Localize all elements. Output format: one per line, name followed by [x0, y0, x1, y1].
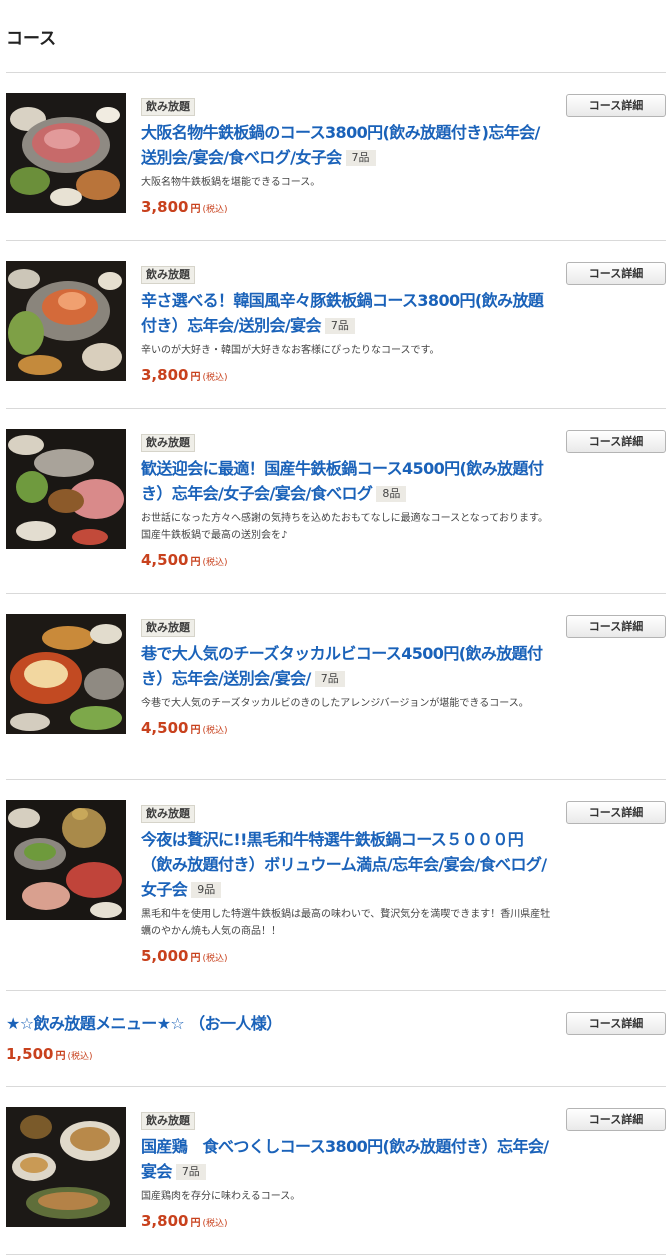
- course-item: 飲み放題 歓送迎会に最適！国産牛鉄板鍋コース4500円(飲み放題付き）忘年会/女…: [6, 409, 666, 594]
- price-value: 3,800: [141, 198, 189, 216]
- price-currency: 円: [190, 204, 201, 215]
- price-value: 3,800: [141, 366, 189, 384]
- course-title-link[interactable]: 巷で大人気のチーズタッカルビコース4500円(飲み放題付き）忘年会/送別会/宴会…: [141, 641, 551, 691]
- course-detail-button[interactable]: コース詳細: [566, 801, 666, 824]
- course-detail-button[interactable]: コース詳細: [566, 94, 666, 117]
- all-you-can-drink-badge: 飲み放題: [141, 98, 195, 116]
- price-value: 5,000: [141, 947, 189, 965]
- course-price: 4,500 円 (税込): [141, 718, 551, 741]
- food-photo-icon: [6, 800, 126, 920]
- course-title-link[interactable]: 歓送迎会に最適！国産牛鉄板鍋コース4500円(飲み放題付き）忘年会/女子会/宴会…: [141, 456, 551, 506]
- tax-note: (税込): [202, 205, 228, 215]
- course-detail-button[interactable]: コース詳細: [566, 1108, 666, 1131]
- course-detail-button[interactable]: コース詳細: [566, 615, 666, 638]
- price-currency: 円: [55, 1051, 66, 1062]
- price-currency: 円: [190, 953, 201, 964]
- tax-note: (税込): [202, 726, 228, 736]
- item-count: 7品: [175, 1164, 206, 1180]
- course-price: 3,800 円 (税込): [141, 1211, 551, 1234]
- course-photo[interactable]: [6, 261, 126, 381]
- course-description: 辛いのが大好き・韓国が大好きなお客様にぴったりなコースです。: [141, 345, 440, 356]
- course-content: 飲み放題 国産鶏 食べつくしコース3800円(飲み放題付き）忘年会/宴会 7品 国…: [141, 1109, 551, 1234]
- all-you-can-drink-badge: 飲み放題: [141, 434, 195, 452]
- course-item: 飲み放題 今夜は贅沢に!!黒毛和牛特選牛鉄板鍋コース５０００円（飲み放題付き）ボ…: [6, 780, 666, 991]
- course-photo[interactable]: [6, 614, 126, 734]
- course-title-link[interactable]: 大阪名物牛鉄板鍋のコース3800円(飲み放題付き)忘年会/送別会/宴会/食べログ…: [141, 120, 551, 170]
- course-description: 黒毛和牛を使用した特選牛鉄板鍋は最高の味わいで、贅沢気分を満喫できます！香川県産…: [141, 909, 551, 937]
- price-value: 3,800: [141, 1212, 189, 1230]
- course-item: ★☆飲み放題メニュー★☆ （お一人様） 1,500 円 (税込) コース詳細: [6, 991, 666, 1087]
- course-content: ★☆飲み放題メニュー★☆ （お一人様） 1,500 円 (税込): [6, 1011, 546, 1067]
- course-title-link[interactable]: 今夜は贅沢に!!黒毛和牛特選牛鉄板鍋コース５０００円（飲み放題付き）ボリュウーム…: [141, 827, 551, 902]
- course-photo[interactable]: [6, 1107, 126, 1227]
- price-currency: 円: [190, 1218, 201, 1229]
- course-content: 飲み放題 今夜は贅沢に!!黒毛和牛特選牛鉄板鍋コース５０００円（飲み放題付き）ボ…: [141, 802, 551, 969]
- tax-note: (税込): [202, 558, 228, 568]
- course-price: 1,500 円 (税込): [6, 1044, 546, 1067]
- course-item: 飲み放題 国産鶏 食べつくしコース3800円(飲み放題付き）忘年会/宴会 7品 国…: [6, 1087, 666, 1255]
- course-detail-button[interactable]: コース詳細: [566, 430, 666, 453]
- course-price: 5,000 円 (税込): [141, 946, 551, 969]
- price-value: 1,500: [6, 1045, 54, 1063]
- course-price: 3,800 円 (税込): [141, 365, 551, 388]
- course-title-link[interactable]: 辛さ選べる！韓国風辛々豚鉄板鍋コース3800円(飲み放題付き）忘年会/送別会/宴…: [141, 288, 551, 338]
- course-description: 今巷で大人気のチーズタッカルビのきのしたアレンジバージョンが堪能できるコース。: [141, 698, 529, 709]
- tax-note: (税込): [202, 373, 228, 383]
- food-photo-icon: [6, 93, 126, 213]
- price-currency: 円: [190, 372, 201, 383]
- course-price: 3,800 円 (税込): [141, 197, 551, 220]
- course-item: 飲み放題 辛さ選べる！韓国風辛々豚鉄板鍋コース3800円(飲み放題付き）忘年会/…: [6, 241, 666, 409]
- course-list-page: コース 飲み放題 大阪名物牛鉄板鍋のコース3800円(飲み放題付き)忘年会/送別…: [0, 0, 672, 1258]
- food-photo-icon: [6, 614, 126, 734]
- all-you-can-drink-badge: 飲み放題: [141, 266, 195, 284]
- course-title-link[interactable]: ★☆飲み放題メニュー★☆ （お一人様）: [6, 1011, 546, 1036]
- price-value: 4,500: [141, 719, 189, 737]
- all-you-can-drink-badge: 飲み放題: [141, 619, 195, 637]
- all-you-can-drink-badge: 飲み放題: [141, 1112, 195, 1130]
- food-photo-icon: [6, 429, 126, 549]
- course-description: 大阪名物牛鉄板鍋を堪能できるコース。: [141, 177, 321, 188]
- tax-note: (税込): [202, 954, 228, 964]
- course-photo[interactable]: [6, 93, 126, 213]
- course-price: 4,500 円 (税込): [141, 550, 551, 573]
- price-currency: 円: [190, 725, 201, 736]
- course-content: 飲み放題 巷で大人気のチーズタッカルビコース4500円(飲み放題付き）忘年会/送…: [141, 616, 551, 741]
- course-title[interactable]: ★☆飲み放題メニュー★☆ （お一人様）: [6, 1014, 282, 1033]
- course-content: 飲み放題 大阪名物牛鉄板鍋のコース3800円(飲み放題付き)忘年会/送別会/宴会…: [141, 95, 551, 220]
- item-count: 9品: [191, 882, 222, 898]
- tax-note: (税込): [202, 1219, 228, 1229]
- food-photo-icon: [6, 261, 126, 381]
- all-you-can-drink-badge: 飲み放題: [141, 805, 195, 823]
- course-detail-button[interactable]: コース詳細: [566, 262, 666, 285]
- course-description: 国産鶏肉を存分に味わえるコース。: [141, 1191, 301, 1202]
- price-currency: 円: [190, 557, 201, 568]
- course-content: 飲み放題 歓送迎会に最適！国産牛鉄板鍋コース4500円(飲み放題付き）忘年会/女…: [141, 431, 551, 573]
- course-title[interactable]: 歓送迎会に最適！国産牛鉄板鍋コース4500円(飲み放題付き）忘年会/女子会/宴会…: [141, 459, 544, 503]
- item-count: 8品: [376, 486, 407, 502]
- section-heading: コース: [6, 29, 57, 49]
- food-photo-icon: [6, 1107, 126, 1227]
- course-description: お世話になった方々へ感謝の気持ちを込めたおもてなしに最適なコースとなっております…: [141, 513, 548, 541]
- price-value: 4,500: [141, 551, 189, 569]
- course-title-link[interactable]: 国産鶏 食べつくしコース3800円(飲み放題付き）忘年会/宴会 7品: [141, 1134, 551, 1184]
- tax-note: (税込): [67, 1052, 93, 1062]
- item-count: 7品: [314, 671, 345, 687]
- course-detail-button[interactable]: コース詳細: [566, 1012, 666, 1035]
- item-count: 7品: [324, 318, 355, 334]
- course-photo[interactable]: [6, 429, 126, 549]
- item-count: 7品: [345, 150, 376, 166]
- course-item: 飲み放題 大阪名物牛鉄板鍋のコース3800円(飲み放題付き)忘年会/送別会/宴会…: [6, 73, 666, 241]
- course-content: 飲み放題 辛さ選べる！韓国風辛々豚鉄板鍋コース3800円(飲み放題付き）忘年会/…: [141, 263, 551, 388]
- course-item: 飲み放題 巷で大人気のチーズタッカルビコース4500円(飲み放題付き）忘年会/送…: [6, 594, 666, 780]
- course-title[interactable]: 大阪名物牛鉄板鍋のコース3800円(飲み放題付き)忘年会/送別会/宴会/食べログ…: [141, 123, 540, 167]
- course-photo[interactable]: [6, 800, 126, 920]
